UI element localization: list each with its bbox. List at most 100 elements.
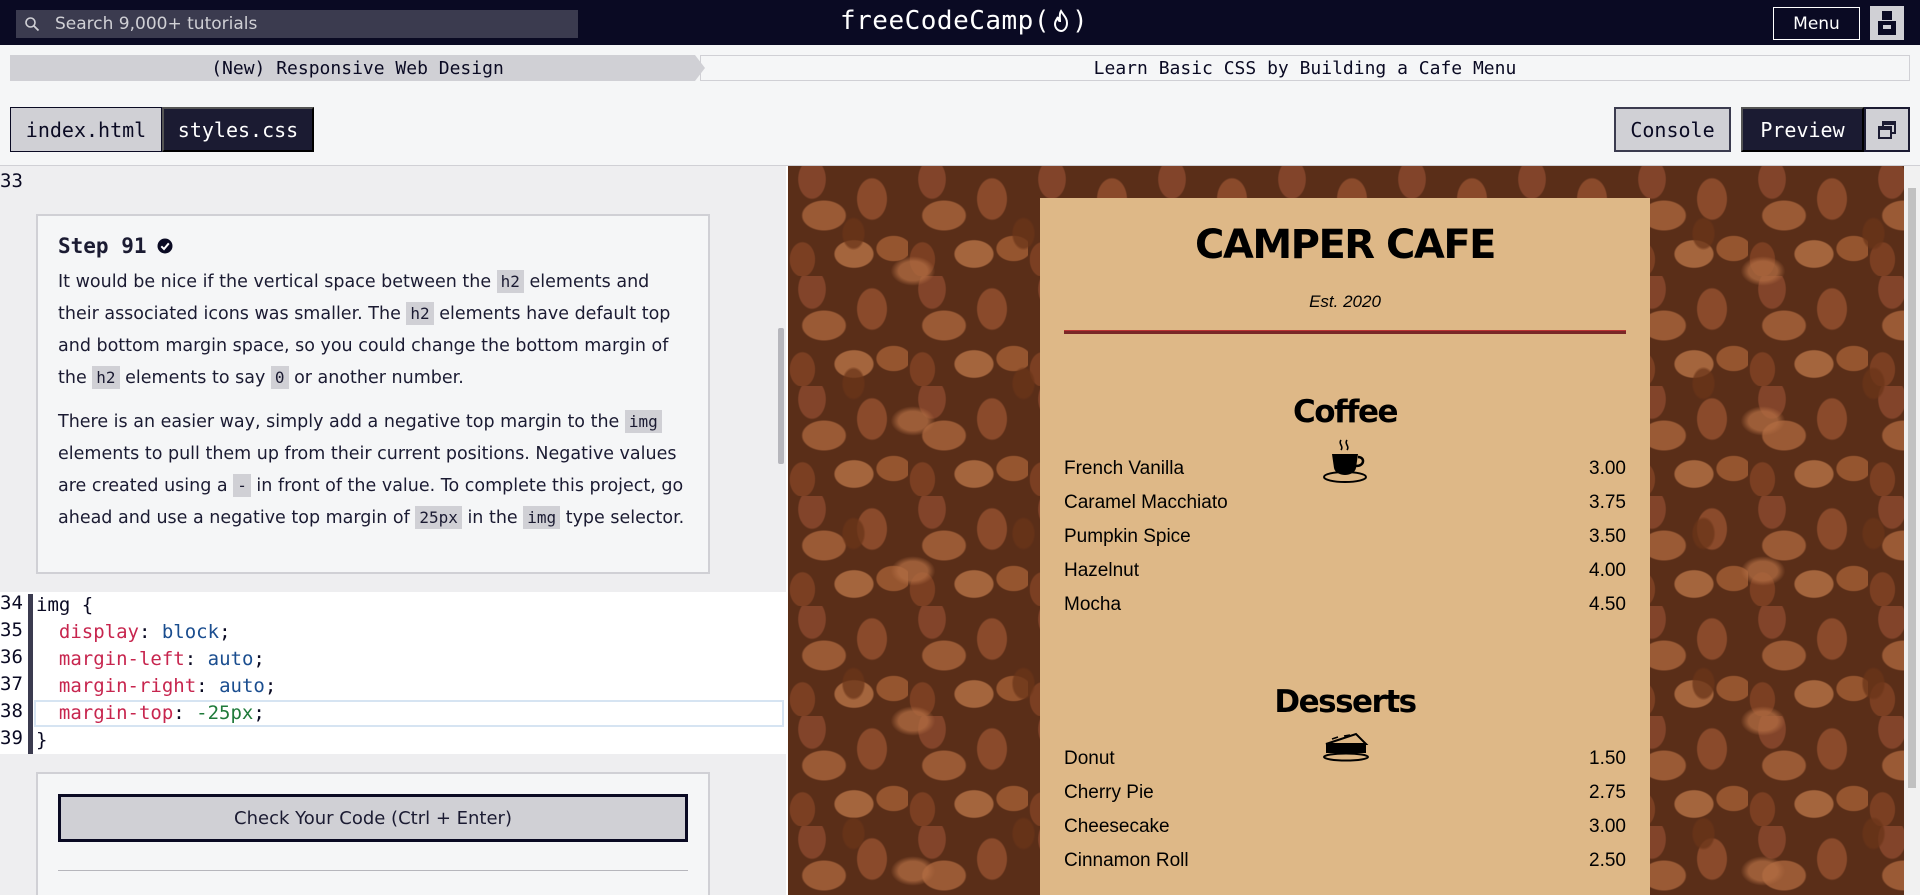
menu-item: French Vanilla 3.00 <box>1064 458 1626 486</box>
section-title-desserts: Desserts <box>1274 684 1417 720</box>
editable-gutter-marker <box>28 594 33 754</box>
css-value: -25px <box>196 702 254 724</box>
editor-scrollbar[interactable] <box>778 328 784 464</box>
logo-text-right: ) <box>1072 6 1089 36</box>
menu-button[interactable]: Menu <box>1773 7 1860 40</box>
breadcrumb-superblock[interactable]: (New) Responsive Web Design <box>10 55 705 81</box>
css-value: auto <box>207 648 254 670</box>
preview-pane: CAMPER CAFE Est. 2020 Coffee French Vani… <box>788 166 1904 895</box>
item-name: Cinnamon Roll <box>1064 850 1189 871</box>
css-property: margin-top <box>58 702 174 724</box>
step-title-text: Step 91 <box>58 234 147 258</box>
console-button[interactable]: Console <box>1614 107 1731 152</box>
cafe-menu-content: French Vanilla 3.00 Caramel Macchiato 3.75… <box>1040 198 1650 895</box>
css-selector: img <box>36 594 71 616</box>
search-placeholder: Search 9,000+ tutorials <box>55 14 258 34</box>
css-property: margin-left <box>58 648 185 670</box>
item-name: Donut <box>1064 748 1115 769</box>
item-price: 3.50 <box>1589 526 1626 547</box>
item-name: Cherry Pie <box>1064 782 1154 803</box>
item-price: 2.50 <box>1589 850 1626 871</box>
menu-item: Donut 1.50 <box>1064 748 1626 776</box>
preview-scrollbar-thumb[interactable] <box>1908 188 1916 788</box>
css-property: display <box>58 621 139 643</box>
item-price: 1.50 <box>1589 748 1626 769</box>
code-editor-pane: 33 Step 91 It would be nice if the verti… <box>0 166 786 895</box>
line-number: 37 <box>0 673 23 695</box>
menu-item: Mocha 4.50 <box>1064 594 1626 622</box>
inline-code: h2 <box>92 366 120 389</box>
code-line[interactable]: margin-top: -25px; <box>36 700 265 727</box>
code-line[interactable]: margin-right: auto; <box>36 673 276 700</box>
text: or another number. <box>288 368 464 388</box>
item-name: French Vanilla <box>1064 458 1185 479</box>
code-line[interactable]: margin-left: auto; <box>36 646 265 673</box>
item-price: 3.00 <box>1589 816 1626 837</box>
css-brace: { <box>70 594 94 616</box>
item-name: Mocha <box>1064 594 1122 615</box>
menu-item: Cinnamon Roll 2.50 <box>1064 850 1626 878</box>
step-paragraph-2: There is an easier way, simply add a neg… <box>58 406 688 534</box>
step-paragraph-1: It would be nice if the vertical space b… <box>58 266 688 394</box>
text: type selector. <box>560 508 685 528</box>
css-property: margin-right <box>58 675 197 697</box>
inline-code: img <box>624 410 662 433</box>
top-navigation: Search 9,000+ tutorials freeCodeCamp( ) … <box>0 0 1920 45</box>
step-title: Step 91 <box>58 234 688 258</box>
text: There is an easier way, simply add a neg… <box>58 412 625 432</box>
text: elements to say <box>119 368 271 388</box>
item-name: Pumpkin Spice <box>1064 526 1191 547</box>
menu-item: Pumpkin Spice 3.50 <box>1064 526 1626 554</box>
menu-item: Cherry Pie 2.75 <box>1064 782 1626 810</box>
search-input[interactable]: Search 9,000+ tutorials <box>16 10 578 38</box>
action-panel: Check Your Code (Ctrl + Enter) <box>36 772 710 895</box>
avatar[interactable] <box>1870 6 1904 40</box>
text: in the <box>461 508 524 528</box>
inline-code: - <box>233 474 251 497</box>
code-line[interactable]: } <box>36 727 47 754</box>
css-value: block <box>161 621 220 643</box>
popout-window-icon <box>1878 120 1896 139</box>
item-price: 3.00 <box>1589 458 1626 479</box>
code-line[interactable]: display: block; <box>36 619 231 646</box>
tab-styles-css[interactable]: styles.css <box>162 107 314 152</box>
inline-code: 0 <box>270 366 289 389</box>
step-instructions: Step 91 It would be nice if the vertical… <box>36 214 710 574</box>
editor-tab-bar: index.html styles.css Console Preview <box>0 88 1920 166</box>
menu-item: Hazelnut 4.00 <box>1064 560 1626 588</box>
inline-code: img <box>523 506 561 529</box>
preview-button[interactable]: Preview <box>1741 107 1864 152</box>
item-price: 3.75 <box>1589 492 1626 513</box>
line-number: 38 <box>0 700 23 722</box>
search-icon <box>24 16 40 32</box>
text: It would be nice if the vertical space b… <box>58 272 497 292</box>
menu-item: Cheesecake 3.00 <box>1064 816 1626 844</box>
inline-code: 25px <box>415 506 462 529</box>
menu-item: Caramel Macchiato 3.75 <box>1064 492 1626 520</box>
preview-scrollbar[interactable] <box>1904 166 1920 895</box>
tab-index-html[interactable]: index.html <box>10 107 162 152</box>
css-brace: } <box>36 729 48 751</box>
flame-icon <box>1052 9 1070 33</box>
breadcrumb: (New) Responsive Web Design Learn Basic … <box>0 45 1920 88</box>
css-value: auto <box>219 675 265 697</box>
popout-preview-button[interactable] <box>1864 107 1910 152</box>
check-code-button[interactable]: Check Your Code (Ctrl + Enter) <box>58 794 688 842</box>
logo-text-left: freeCodeCamp( <box>840 6 1050 36</box>
inline-code: h2 <box>496 270 524 293</box>
line-number: 39 <box>0 727 23 749</box>
divider <box>58 870 688 871</box>
inline-code: h2 <box>406 302 434 325</box>
breadcrumb-block[interactable]: Learn Basic CSS by Building a Cafe Menu <box>700 55 1910 81</box>
avatar-icon <box>1878 11 1896 35</box>
line-number: 36 <box>0 646 23 668</box>
editable-code-region[interactable]: 34 35 36 37 38 39 img { display: block; … <box>0 592 786 754</box>
item-name: Caramel Macchiato <box>1064 492 1228 513</box>
item-price: 4.00 <box>1589 560 1626 581</box>
freecodecamp-logo[interactable]: freeCodeCamp( ) <box>840 6 1088 36</box>
code-line[interactable]: img { <box>36 592 93 619</box>
line-number: 34 <box>0 592 23 614</box>
line-number: 33 <box>0 170 23 192</box>
item-price: 4.50 <box>1589 594 1626 615</box>
item-name: Cheesecake <box>1064 816 1170 837</box>
